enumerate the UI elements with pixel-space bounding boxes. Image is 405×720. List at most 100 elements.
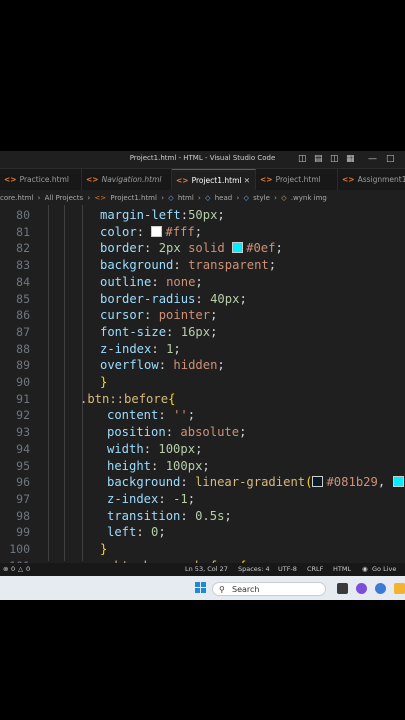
code-line: color: #fff; <box>100 225 202 239</box>
code-line: position: absolute; <box>107 425 246 439</box>
language-mode[interactable]: HTML <box>333 563 351 576</box>
code-line: cursor: pointer; <box>100 308 217 322</box>
chevron-right-icon: › <box>198 194 201 202</box>
element-icon: ◇ <box>168 194 174 202</box>
taskbar-search[interactable]: ⚲ Search <box>212 582 326 596</box>
warning-icon[interactable]: △ <box>18 563 23 576</box>
code-token: ( <box>305 475 313 489</box>
code-token: ; <box>187 492 196 506</box>
broadcast-icon[interactable]: ◉ <box>362 563 368 576</box>
code-token: border-radius <box>100 292 196 306</box>
breadcrumb-item[interactable]: Project1.html <box>110 194 157 202</box>
code-token: ; <box>275 241 283 255</box>
status-bar: ⊗ 0 △ 0 Ln 53, Col 27 Spaces: 4 UTF-8 CR… <box>0 563 405 576</box>
file-explorer-icon[interactable] <box>394 583 405 594</box>
breadcrumb-item[interactable]: html <box>178 194 194 202</box>
line-ending[interactable]: CRLF <box>307 563 323 576</box>
line-number: 83 <box>16 258 30 272</box>
code-token: #fff <box>165 225 195 239</box>
close-tab-icon[interactable]: ✕ <box>244 170 250 190</box>
code-token: absolute <box>180 425 240 439</box>
chat-icon[interactable] <box>356 583 367 594</box>
indentation[interactable]: Spaces: 4 <box>238 563 270 576</box>
customize-layout-icon[interactable]: ▦ <box>346 154 355 164</box>
code-token: : <box>144 308 159 322</box>
windows-start-icon[interactable] <box>195 582 207 594</box>
element-icon: ◇ <box>243 194 249 202</box>
minimize-icon[interactable]: — <box>368 154 377 164</box>
breadcrumb-item[interactable]: All Projects <box>45 194 84 202</box>
error-icon[interactable]: ⊗ <box>3 563 8 576</box>
code-line: border: 2px solid #0ef; <box>100 241 283 255</box>
tab-label: Project.html <box>275 175 321 184</box>
code-token: solid <box>180 241 233 255</box>
color-swatch[interactable] <box>392 476 404 487</box>
tab-navigation[interactable]: <> Navigation.html <box>82 169 172 190</box>
code-line: .btn::before{ <box>80 392 175 406</box>
code-token: background <box>100 258 174 272</box>
code-token: pointer <box>158 308 211 322</box>
code-token: : <box>158 358 174 372</box>
code-token: : <box>158 492 174 506</box>
code-line: border-radius: 40px; <box>100 292 247 306</box>
tab-project[interactable]: <> Project.html <box>256 169 338 190</box>
edge-browser-icon[interactable] <box>375 583 386 594</box>
toggle-secondary-sidebar-icon[interactable]: ◫ <box>330 154 339 164</box>
color-swatch[interactable] <box>151 226 163 237</box>
chevron-right-icon: › <box>37 194 41 202</box>
task-view-icon[interactable] <box>337 583 348 594</box>
code-editor[interactable]: 80 margin-left:50px; 81 color: #fff; 82 borde… <box>0 205 405 573</box>
line-number: 99 <box>16 525 30 539</box>
warnings-count[interactable]: 0 <box>26 563 30 576</box>
tab-project1[interactable]: <> Project1.html ✕ <box>172 169 256 190</box>
toggle-sidebar-icon[interactable]: ◫ <box>298 154 307 164</box>
code-token: ; <box>210 325 218 339</box>
line-number: 90 <box>16 375 30 389</box>
problems-count[interactable]: 0 <box>11 563 15 576</box>
line-number: 96 <box>16 475 30 489</box>
code-token: width <box>107 442 144 456</box>
element-icon: ◇ <box>205 194 211 202</box>
toggle-panel-icon[interactable]: ▤ <box>314 154 323 164</box>
breadcrumb-item[interactable]: .wynk img <box>291 194 327 202</box>
code-token: z-index <box>100 342 152 356</box>
breadcrumb-item[interactable]: head <box>215 194 232 202</box>
cursor-position[interactable]: Ln 53, Col 27 <box>185 563 228 576</box>
color-swatch[interactable] <box>312 476 324 487</box>
code-token: #081b29 <box>326 475 378 489</box>
code-token: ; <box>224 509 232 523</box>
html-file-icon: <> <box>260 175 273 184</box>
code-token: : <box>143 442 159 456</box>
code-line: z-index: 1; <box>100 342 181 356</box>
tab-assignment1[interactable]: <>Assignment1.h <box>338 169 405 190</box>
code-token: z-index <box>107 492 159 506</box>
html-file-icon: <> <box>4 175 17 184</box>
code-token: '' <box>173 408 188 422</box>
code-token: ; <box>173 342 181 356</box>
indent-guide <box>82 205 83 561</box>
code-line: content: ''; <box>107 408 195 422</box>
maximize-icon[interactable]: □ <box>386 154 395 164</box>
code-token: transparent <box>188 258 269 272</box>
breadcrumb: core.html › All Projects › <> Project1.h… <box>0 191 405 205</box>
breadcrumb-item[interactable]: style <box>253 194 270 202</box>
code-token: 16px <box>180 325 211 339</box>
code-token: : <box>165 425 181 439</box>
line-number: 86 <box>16 308 30 322</box>
color-swatch[interactable] <box>232 242 244 253</box>
line-number: 94 <box>16 442 30 456</box>
indent-guide <box>48 205 49 561</box>
code-token: 50px <box>188 208 218 222</box>
go-live-button[interactable]: Go Live <box>372 563 396 576</box>
code-token: content <box>107 408 159 422</box>
code-token: border <box>100 241 145 255</box>
code-token: color <box>100 225 137 239</box>
line-number: 92 <box>16 408 30 422</box>
encoding[interactable]: UTF-8 <box>278 563 297 576</box>
tab-practice[interactable]: <> Practice.html <box>0 169 82 190</box>
code-token: ; <box>187 408 196 422</box>
line-number: 91 <box>16 392 30 406</box>
code-token: , <box>377 475 393 489</box>
code-token: 100px <box>158 442 196 456</box>
breadcrumb-item[interactable]: core.html <box>0 194 33 202</box>
